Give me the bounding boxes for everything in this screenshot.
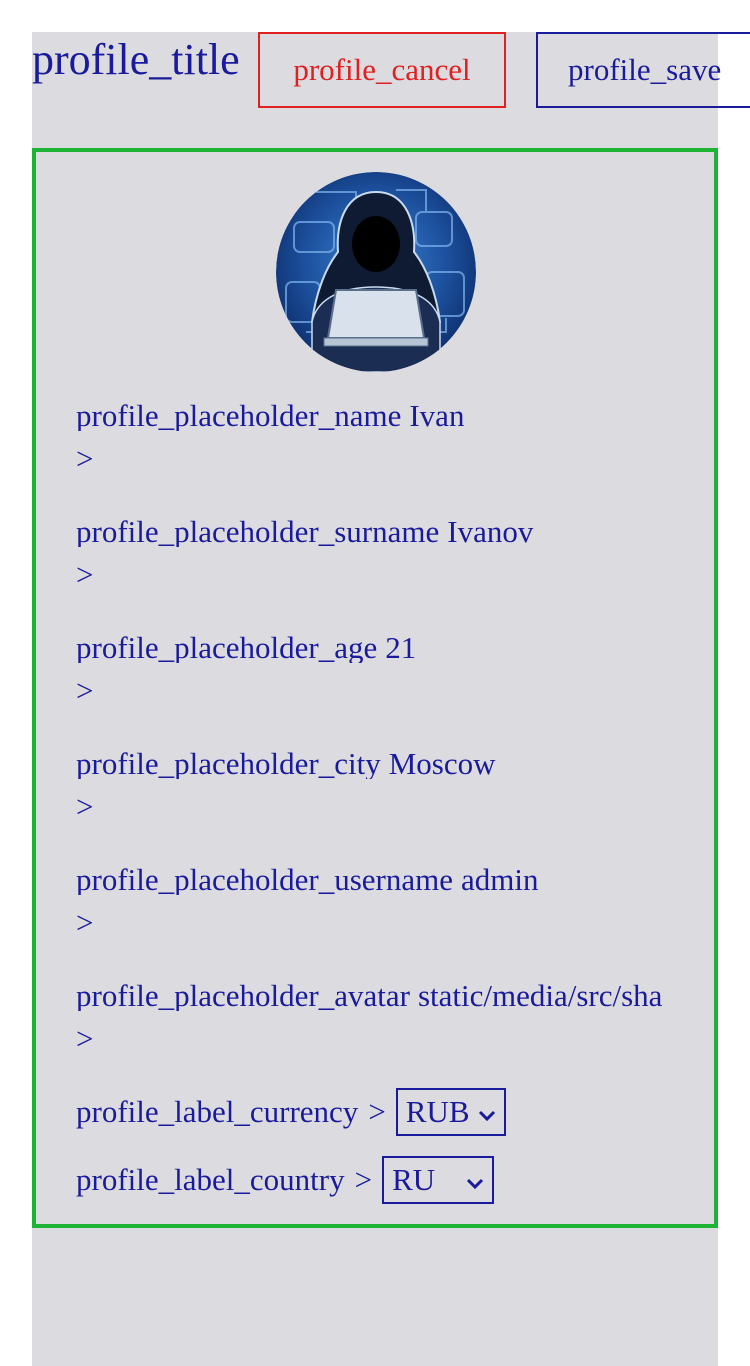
username-field[interactable]: profile_placeholder_username admin >	[76, 864, 676, 938]
surname-field[interactable]: profile_placeholder_surname Ivanov >	[76, 516, 676, 590]
avatar-path-label: profile_placeholder_avatar	[76, 980, 410, 1011]
city-value[interactable]: Moscow	[389, 748, 496, 779]
currency-row: profile_label_currency > RUB	[76, 1088, 506, 1136]
name-label: profile_placeholder_name	[76, 400, 402, 431]
cancel-button[interactable]: profile_cancel	[258, 32, 506, 108]
surname-value[interactable]: Ivanov	[447, 516, 533, 547]
city-arrow: >	[76, 789, 94, 824]
country-label: profile_label_country	[76, 1162, 345, 1197]
surname-arrow: >	[76, 557, 94, 592]
city-field[interactable]: profile_placeholder_city Moscow >	[76, 748, 676, 822]
age-label: profile_placeholder_age	[76, 632, 378, 663]
profile-card: profile_placeholder_name Ivan > profile_p…	[32, 148, 718, 1228]
avatar-path-arrow: >	[76, 1021, 94, 1056]
currency-selected-value: RUB	[405, 1094, 470, 1129]
page-title: profile_title	[32, 35, 240, 84]
avatar-path-value[interactable]: static/media/src/sha	[418, 980, 662, 1011]
country-selected-value: RU	[392, 1162, 436, 1197]
save-button[interactable]: profile_save	[536, 32, 750, 108]
username-label: profile_placeholder_username	[76, 864, 453, 895]
country-arrow: >	[354, 1162, 373, 1197]
hacker-avatar-icon[interactable]	[276, 172, 476, 372]
name-field[interactable]: profile_placeholder_name Ivan >	[76, 400, 676, 474]
age-arrow: >	[76, 673, 94, 708]
name-arrow: >	[76, 441, 94, 476]
chevron-down-icon	[466, 1162, 484, 1198]
name-value[interactable]: Ivan	[409, 400, 464, 431]
city-label: profile_placeholder_city	[76, 748, 381, 779]
currency-arrow: >	[368, 1094, 386, 1129]
username-value[interactable]: admin	[461, 864, 539, 895]
chevron-down-icon	[478, 1094, 496, 1130]
username-arrow: >	[76, 905, 94, 940]
country-select[interactable]: RU	[382, 1156, 495, 1204]
currency-select[interactable]: RUB	[395, 1088, 506, 1136]
country-row: profile_label_country > RU	[76, 1156, 495, 1204]
age-value[interactable]: 21	[385, 632, 416, 663]
age-field[interactable]: profile_placeholder_age 21 >	[76, 632, 676, 706]
currency-label: profile_label_currency	[76, 1094, 359, 1129]
surname-label: profile_placeholder_surname	[76, 516, 440, 547]
avatar-path-field[interactable]: profile_placeholder_avatar static/media/s…	[76, 980, 676, 1054]
